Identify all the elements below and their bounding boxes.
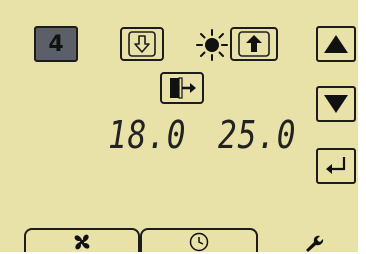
exit-button[interactable] (160, 72, 204, 104)
clock-icon (189, 232, 209, 252)
mode-up-button[interactable] (230, 27, 278, 61)
setpoint-high-value: 25.0 (218, 113, 297, 157)
bezel-edge (358, 0, 366, 254)
tab-fan[interactable] (24, 228, 140, 254)
thermostat-lcd-screen: 4 18.0 25.0 (0, 0, 366, 254)
triangle-down-icon (324, 95, 348, 113)
setpoint-low-value: 18.0 (108, 113, 187, 157)
triangle-up-icon (324, 35, 348, 53)
nav-up-button[interactable] (316, 26, 356, 62)
enter-return-icon (326, 157, 346, 174)
mode-number-badge: 4 (34, 26, 78, 62)
up-arrow-in-box-icon (238, 31, 270, 57)
door-exit-icon (170, 77, 196, 99)
nav-down-button[interactable] (316, 86, 356, 122)
tab-schedule[interactable] (140, 228, 258, 254)
enter-button[interactable] (316, 148, 356, 184)
down-arrow-in-box-icon (128, 31, 156, 57)
sun-icon (196, 29, 228, 61)
wrench-icon[interactable] (302, 232, 324, 252)
mode-down-button[interactable] (120, 27, 164, 61)
fan-icon (74, 234, 90, 250)
